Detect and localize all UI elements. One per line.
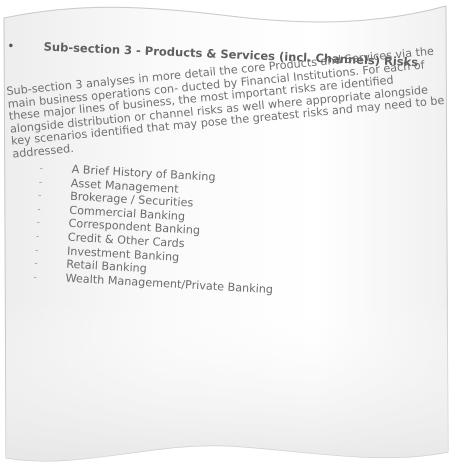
list-marker: ‐	[37, 204, 41, 215]
page-content: • Sub-section 3 - Products & Services (i…	[0, 0, 450, 470]
list-marker: ‐	[39, 163, 44, 175]
intro-paragraph: Sub-section 3 analyses in more detail th…	[5, 44, 445, 161]
list-marker: ‐	[33, 272, 38, 283]
bullet-icon: •	[7, 40, 15, 53]
list-marker: ‐	[38, 177, 43, 188]
list-marker: ‐	[34, 259, 38, 270]
topic-list: ‐ A Brief History of Banking ‐ Asset Manag…	[33, 162, 399, 304]
list-marker: ‐	[37, 191, 42, 202]
list-marker: ‐	[34, 245, 39, 256]
curled-page-graphic: • Sub-section 3 - Products & Services (i…	[0, 0, 450, 470]
list-marker: ‐	[36, 218, 41, 229]
list-marker: ‐	[35, 231, 40, 243]
